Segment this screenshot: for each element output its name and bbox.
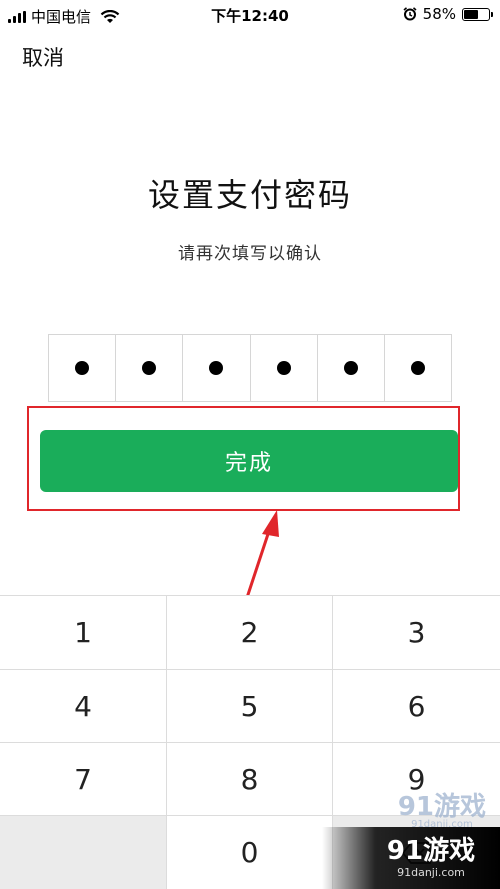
pin-cell	[183, 335, 251, 401]
page-title: 设置支付密码	[147, 176, 352, 214]
key-1[interactable]: 1	[0, 596, 167, 670]
corner-badge-logo: 91游戏 91danji.com	[322, 827, 500, 889]
pin-dot	[209, 361, 224, 375]
key-2[interactable]: 2	[167, 596, 333, 670]
page-subtitle: 请再次填写以确认	[178, 244, 322, 264]
alarm-icon	[403, 7, 417, 21]
pin-cell	[318, 335, 385, 401]
key-7[interactable]: 7	[0, 743, 167, 816]
cancel-button[interactable]: 取消	[22, 42, 64, 72]
key-4[interactable]: 4	[0, 670, 167, 743]
key-6[interactable]: 6	[333, 670, 500, 743]
key-blank	[0, 816, 167, 889]
pin-dot	[75, 361, 90, 375]
watermark-text: 91游戏	[397, 792, 486, 822]
done-button[interactable]: 完成	[40, 430, 458, 492]
key-0[interactable]: 0	[167, 816, 333, 889]
pin-cell	[251, 335, 318, 401]
watermark-logo: 91游戏 91danji.com	[398, 786, 486, 830]
pin-dot	[142, 361, 157, 375]
corner-badge-site: 91danji.com	[397, 865, 465, 879]
status-bar: 中国电信 下午12:40 58%	[0, 0, 500, 30]
pin-dot	[343, 361, 358, 375]
pin-input[interactable]	[48, 334, 452, 402]
key-5[interactable]: 5	[167, 670, 333, 743]
pin-cell	[385, 335, 451, 401]
pin-dot	[276, 361, 291, 375]
key-3[interactable]: 3	[333, 596, 500, 670]
pin-cell	[49, 335, 117, 401]
battery-percent: 58%	[422, 5, 456, 23]
battery-icon	[462, 7, 493, 21]
key-8[interactable]: 8	[167, 743, 333, 816]
pin-dot	[410, 361, 425, 375]
status-bar-right: 58%	[403, 5, 493, 23]
corner-badge-text: 91游戏	[386, 835, 476, 866]
battery-level	[464, 9, 478, 19]
pin-cell	[116, 335, 184, 401]
